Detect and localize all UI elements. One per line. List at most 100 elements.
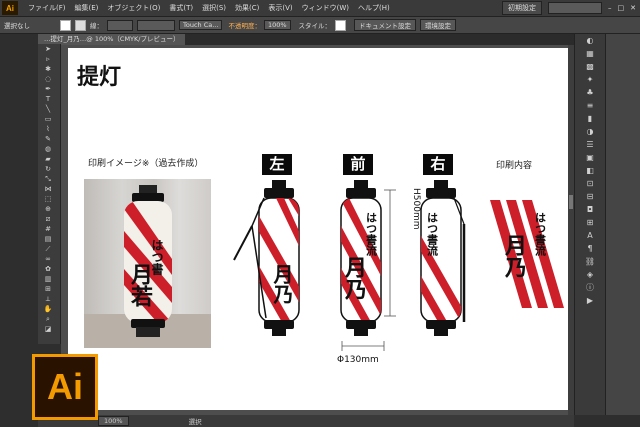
workspace-switcher[interactable]: 初期設定 — [502, 1, 542, 15]
gradient-panel-icon[interactable]: ▮ — [575, 112, 605, 125]
illustrator-logo: Ai — [32, 354, 98, 420]
magic-wand-tool-icon[interactable]: ✱ — [38, 64, 58, 74]
symbols-panel-icon[interactable]: ♣ — [575, 86, 605, 99]
lantern-photo-art: はつ書 月若 — [84, 185, 211, 348]
gradient-tool-icon[interactable]: ▤ — [38, 234, 58, 244]
stroke-weight-field[interactable] — [107, 19, 133, 31]
navigator-panel-icon[interactable]: ◈ — [575, 268, 605, 281]
eyedropper-tool-icon[interactable]: ⟋ — [38, 244, 58, 254]
type-tool-icon[interactable]: T — [38, 94, 58, 104]
artboards-panel-icon[interactable]: ⊡ — [575, 177, 605, 190]
direct-selection-tool-icon[interactable]: ▹ — [38, 54, 58, 64]
brush-dropdown[interactable]: Touch Ca... — [179, 20, 223, 30]
zoom-tool-icon[interactable]: ⌕ — [38, 314, 58, 324]
menu-view[interactable]: 表示(V) — [268, 3, 292, 13]
info-panel-icon[interactable]: ⓘ — [575, 281, 605, 294]
front-view-text-large: 月乃 — [341, 256, 368, 301]
menu-help[interactable]: ヘルプ(H) — [358, 3, 390, 13]
tools-panel: ➤ ▹ ✱ ◌ ✒ T ╲ ▭ ⌇ ✎ ◍ ▰ ↻ ⤡ ⋈ ⬚ ⊕ ⧄ # ▤ … — [38, 44, 61, 344]
slice-tool-icon[interactable]: ⟂ — [38, 294, 58, 304]
blob-brush-tool-icon[interactable]: ◍ — [38, 144, 58, 154]
blend-tool-icon[interactable]: ∞ — [38, 254, 58, 264]
scrollbar-thumb[interactable] — [569, 195, 573, 209]
align-panel-icon[interactable]: ⊟ — [575, 190, 605, 203]
mesh-tool-icon[interactable]: # — [38, 224, 58, 234]
menu-file[interactable]: ファイル(F) — [28, 3, 66, 13]
preferences-button[interactable]: 環境設定 — [420, 19, 457, 31]
document-tab-bar: …提灯_月乃…@ 100%（CMYK/プレビュー） — [38, 34, 574, 45]
width-dimension-line — [341, 341, 385, 351]
links-panel-icon[interactable]: ⛓ — [575, 255, 605, 268]
opacity-field[interactable]: 100% — [263, 20, 291, 30]
transform-panel-icon[interactable]: ⊞ — [575, 216, 605, 229]
width-tool-icon[interactable]: ⋈ — [38, 184, 58, 194]
color-panel-icon[interactable]: ◐ — [575, 34, 605, 47]
selection-tool-icon[interactable]: ➤ — [38, 44, 58, 54]
scale-tool-icon[interactable]: ⤡ — [38, 174, 58, 184]
color-guide-icon[interactable]: ▦ — [575, 47, 605, 60]
lantern-right-view[interactable]: はつ書流 — [408, 176, 488, 346]
print-text-large: 月乃 — [501, 234, 528, 279]
fill-stroke-icon[interactable]: ◪ — [38, 324, 58, 334]
hand-tool-icon[interactable]: ✋ — [38, 304, 58, 314]
pen-tool-icon[interactable]: ✒ — [38, 84, 58, 94]
panel-dock-icons: ◐ ▦ ▩ ✦ ♣ ≡ ▮ ◑ ☰ ▣ ◧ ⊡ ⊟ ◘ ⊞ A ¶ ⛓ ◈ ⓘ … — [574, 34, 605, 415]
menu-effect[interactable]: 効果(C) — [235, 3, 259, 13]
pathfinder-panel-icon[interactable]: ◘ — [575, 203, 605, 216]
menu-select[interactable]: 選択(S) — [202, 3, 226, 13]
search-input[interactable] — [548, 2, 602, 14]
paintbrush-tool-icon[interactable]: ⌇ — [38, 124, 58, 134]
rectangle-tool-icon[interactable]: ▭ — [38, 114, 58, 124]
photo-caption: 印刷イメージ※（過去作成） — [88, 159, 204, 169]
app-logo[interactable]: Ai — [2, 1, 18, 15]
graphic-styles-icon[interactable]: ▣ — [575, 151, 605, 164]
maximize-icon[interactable]: □ — [618, 4, 625, 12]
illustrator-window: Ai ファイル(F) 編集(E) オブジェクト(O) 書式(T) 選択(S) 効… — [0, 0, 640, 427]
character-panel-icon[interactable]: A — [575, 229, 605, 242]
perspective-grid-tool-icon[interactable]: ⧄ — [38, 214, 58, 224]
print-content-art[interactable]: はつ書流 月乃 — [488, 198, 564, 310]
minimize-icon[interactable]: – — [608, 4, 612, 12]
rotate-tool-icon[interactable]: ↻ — [38, 164, 58, 174]
shape-builder-tool-icon[interactable]: ⊕ — [38, 204, 58, 214]
document-setup-button[interactable]: ドキュメント設定 — [354, 19, 417, 31]
free-transform-tool-icon[interactable]: ⬚ — [38, 194, 58, 204]
width-dimension: Φ130mm — [337, 355, 379, 365]
close-icon[interactable]: ✕ — [630, 4, 636, 12]
actions-panel-icon[interactable]: ▶ — [575, 294, 605, 307]
line-tool-icon[interactable]: ╲ — [38, 104, 58, 114]
stroke-swatch[interactable] — [75, 19, 86, 31]
lantern-left-view[interactable]: 月乃 — [228, 176, 308, 346]
selection-status: 選択なし — [4, 22, 30, 30]
artboard-tool-icon[interactable]: ⊞ — [38, 284, 58, 294]
menu-window[interactable]: ウィンドウ(W) — [302, 3, 349, 13]
zoom-level[interactable]: 100% — [98, 416, 129, 426]
menu-object[interactable]: オブジェクト(O) — [107, 3, 160, 13]
menu-edit[interactable]: 編集(E) — [75, 3, 99, 13]
swatches-panel-icon[interactable]: ▩ — [575, 60, 605, 73]
photo-text-large: 月若 — [127, 263, 154, 307]
style-swatch[interactable] — [335, 19, 347, 31]
variable-width-field[interactable] — [137, 19, 175, 31]
symbol-sprayer-tool-icon[interactable]: ✿ — [38, 264, 58, 274]
menu-type[interactable]: 書式(T) — [169, 3, 193, 13]
graph-tool-icon[interactable]: ▥ — [38, 274, 58, 284]
paragraph-panel-icon[interactable]: ¶ — [575, 242, 605, 255]
brushes-panel-icon[interactable]: ✦ — [575, 73, 605, 86]
lasso-tool-icon[interactable]: ◌ — [38, 74, 58, 84]
eraser-tool-icon[interactable]: ▰ — [38, 154, 58, 164]
status-bar: 100% 選択 — [38, 415, 574, 427]
layers-panel-icon[interactable]: ◧ — [575, 164, 605, 177]
window-controls: 初期設定 – □ ✕ — [502, 1, 636, 15]
lantern-photo[interactable]: はつ書 月若 — [84, 179, 211, 348]
appearance-panel-icon[interactable]: ☰ — [575, 138, 605, 151]
opacity-label[interactable]: 不透明度： — [228, 20, 261, 30]
menu-items: ファイル(F) 編集(E) オブジェクト(O) 書式(T) 選択(S) 効果(C… — [28, 3, 399, 13]
pencil-tool-icon[interactable]: ✎ — [38, 134, 58, 144]
artboard[interactable]: 提灯 印刷イメージ※（過去作成） はつ書 月若 左 前 右 印刷内容 月乃 はつ… — [68, 48, 568, 410]
transparency-panel-icon[interactable]: ◑ — [575, 125, 605, 138]
stroke-panel-icon[interactable]: ≡ — [575, 99, 605, 112]
control-bar: 選択なし 線： Touch Ca... 不透明度： 100% スタイル： ドキュ… — [0, 17, 640, 34]
left-view-text: 月乃 — [270, 264, 294, 305]
fill-swatch[interactable] — [60, 19, 71, 31]
